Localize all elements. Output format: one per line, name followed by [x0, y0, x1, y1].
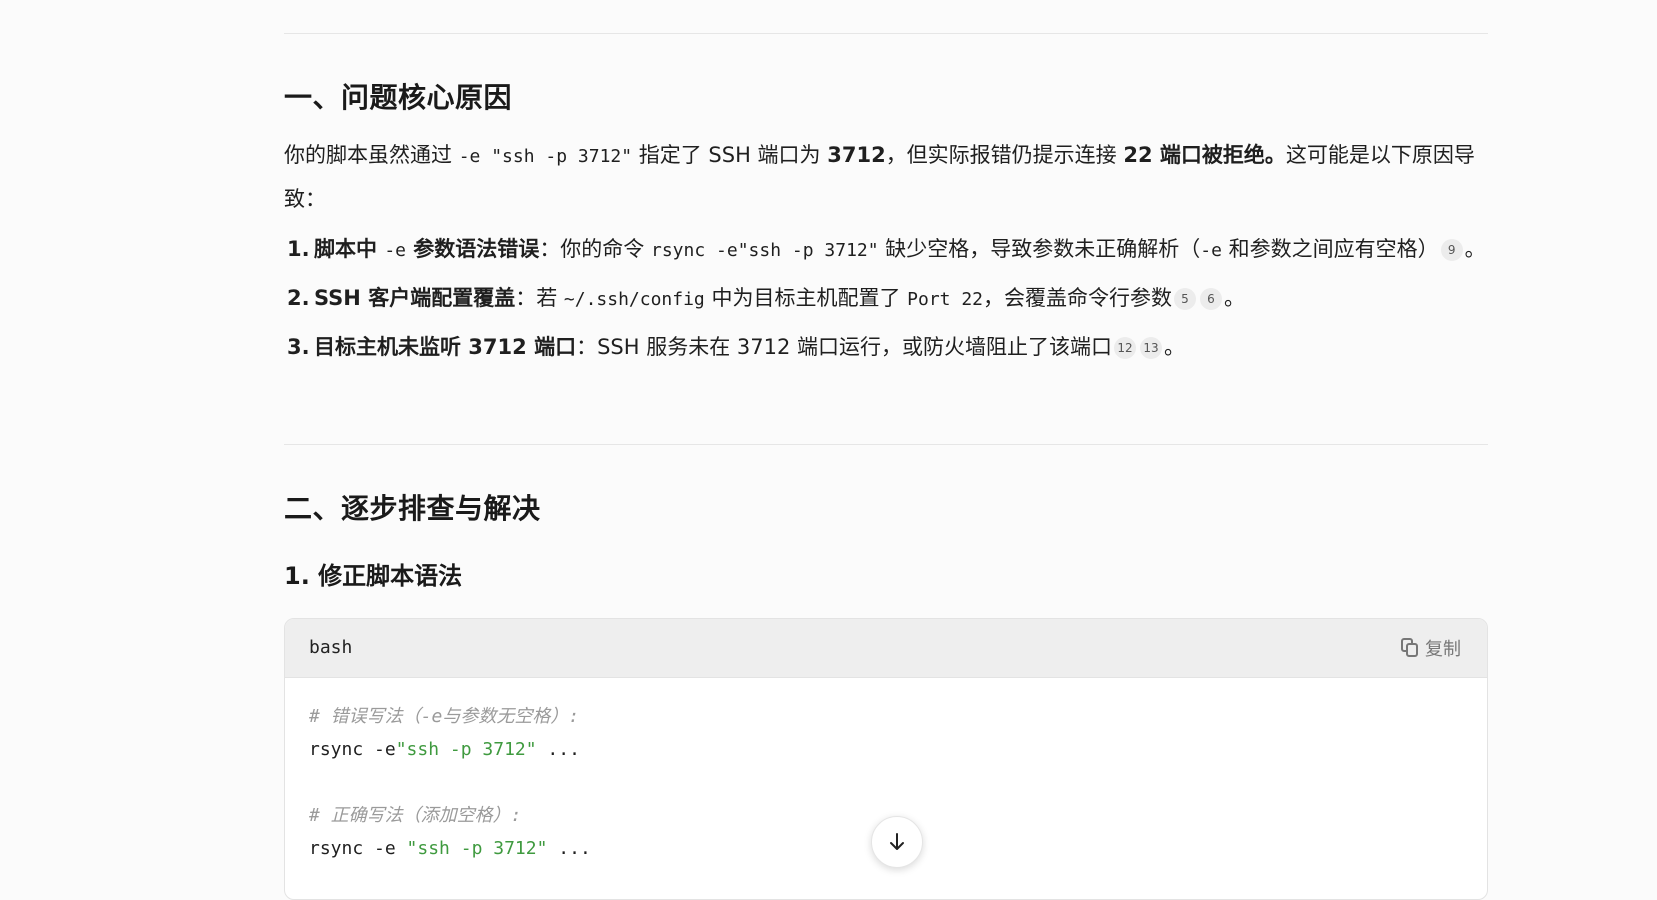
code-string: "ssh -p 3712" — [406, 838, 548, 859]
item-text: 。 — [1464, 237, 1486, 261]
divider-middle — [284, 444, 1488, 445]
inline-code: Port 22 — [907, 289, 983, 310]
subsection-heading: 1. 修正脚本语法 — [284, 562, 463, 590]
divider-top — [284, 33, 1488, 34]
inline-code: -e — [1200, 240, 1222, 261]
item-text: 。 — [1164, 335, 1185, 359]
item-text: 缺少空格，导致参数未正确解析（ — [878, 237, 1201, 261]
citation-badge[interactable]: 13 — [1140, 337, 1162, 359]
code-block-header: bash 复制 — [285, 619, 1487, 678]
intro-paragraph: 你的脚本虽然通过 -e "ssh -p 3712" 指定了 SSH 端口为 37… — [284, 134, 1488, 221]
list-item: 1. 脚本中 -e 参数语法错误：你的命令 rsync -e"ssh -p 37… — [284, 228, 1488, 272]
citation-badge[interactable]: 5 — [1174, 288, 1196, 310]
item-text: ，会覆盖命令行参数 — [983, 286, 1172, 310]
item-bold: 目标主机未监听 3712 端口 — [314, 335, 577, 359]
inline-code: ~/.ssh/config — [563, 289, 705, 310]
inline-code: -e — [384, 240, 406, 261]
citation-badge[interactable]: 6 — [1200, 288, 1222, 310]
para-bold: 3712 — [827, 143, 886, 167]
scroll-to-bottom-button[interactable] — [871, 816, 923, 868]
inline-code: rsync -e"ssh -p 3712" — [651, 240, 879, 261]
code-text: rsync -e — [309, 739, 396, 760]
item-bold: 参数语法错误 — [406, 237, 540, 261]
section-heading-causes: 一、问题核心原因 — [284, 81, 513, 114]
citation-badge[interactable]: 12 — [1114, 337, 1136, 359]
para-text: 指定了 SSH 端口为 — [632, 143, 828, 167]
copy-label: 复制 — [1425, 639, 1461, 660]
para-text: 你的脚本虽然通过 — [284, 143, 459, 167]
code-text: ... — [536, 739, 580, 760]
list-item: 2. SSH 客户端配置覆盖：若 ~/.ssh/config 中为目标主机配置了… — [284, 277, 1488, 321]
copy-button[interactable]: 复制 — [1401, 635, 1461, 661]
inline-code: -e "ssh -p 3712" — [458, 146, 633, 167]
code-language-label: bash — [309, 637, 353, 658]
section-heading-solutions: 二、逐步排查与解决 — [284, 492, 541, 525]
item-text: ：若 — [515, 286, 564, 310]
citation-badge[interactable]: 9 — [1440, 239, 1463, 261]
para-text: ，但实际报错仍提示连接 — [885, 143, 1124, 167]
list-number: 3. — [287, 335, 310, 359]
item-bold: SSH 客户端配置覆盖 — [314, 286, 516, 310]
reasons-list: 1. 脚本中 -e 参数语法错误：你的命令 rsync -e"ssh -p 37… — [284, 228, 1488, 374]
code-string: "ssh -p 3712" — [395, 739, 537, 760]
list-number: 1. — [287, 237, 310, 261]
para-bold: 22 端口被拒绝。 — [1123, 143, 1286, 167]
code-comment: # 正确写法（添加空格）: — [309, 805, 522, 826]
item-text: 。 — [1224, 286, 1245, 310]
item-text: ：你的命令 — [539, 237, 651, 261]
list-number: 2. — [287, 286, 310, 310]
code-text: rsync -e — [309, 838, 407, 859]
item-text: 和参数之间应有空格） — [1221, 237, 1439, 261]
arrow-down-icon — [890, 833, 904, 850]
list-item: 3. 目标主机未监听 3712 端口：SSH 服务未在 3712 端口运行，或防… — [284, 326, 1488, 369]
item-text: 中为目标主机配置了 — [704, 286, 908, 310]
code-comment: # 错误写法（-e与参数无空格）: — [309, 706, 580, 727]
copy-icon — [1401, 638, 1419, 658]
code-text: ... — [547, 838, 591, 859]
item-bold: 脚本中 — [314, 237, 385, 261]
item-text: ：SSH 服务未在 3712 端口运行，或防火墙阻止了该端口 — [576, 335, 1112, 359]
